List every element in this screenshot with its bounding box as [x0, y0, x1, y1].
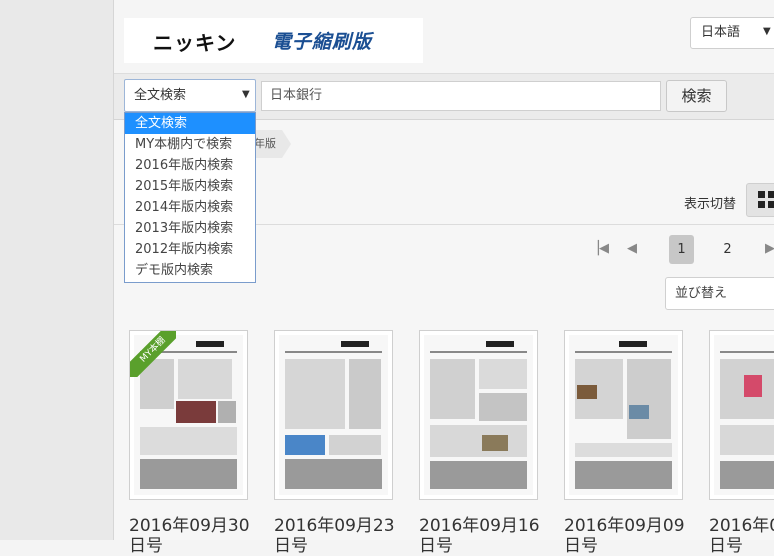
search-scope-select[interactable]: 全文検索: [124, 79, 256, 112]
dropdown-option[interactable]: 2015年版内検索: [125, 176, 255, 197]
newspaper-page-icon: [424, 335, 533, 495]
dropdown-option[interactable]: デモ版内検索: [125, 260, 255, 281]
language-select[interactable]: 日本語: [690, 17, 774, 49]
view-toggle-label: 表示切替: [684, 197, 737, 212]
chevron-down-icon: ▼: [763, 26, 771, 37]
page-1[interactable]: 1: [669, 235, 694, 264]
left-rail: [0, 0, 114, 540]
prev-page-icon[interactable]: ◀: [627, 241, 637, 256]
chevron-down-icon: ▼: [242, 89, 250, 100]
issue-date-suffix[interactable]: 日号: [709, 531, 743, 556]
dropdown-option[interactable]: 2013年版内検索: [125, 218, 255, 239]
dropdown-option[interactable]: 2012年版内検索: [125, 239, 255, 260]
issue-thumbnail[interactable]: [419, 330, 538, 500]
issue-thumbnail[interactable]: [564, 330, 683, 500]
search-button[interactable]: 検索: [666, 80, 727, 112]
dropdown-option[interactable]: MY本棚内で検索: [125, 134, 255, 155]
issue-date-suffix[interactable]: 日号: [274, 531, 308, 556]
dropdown-option[interactable]: 2016年版内検索: [125, 155, 255, 176]
my-shelf-ribbon-label: MY本棚: [130, 331, 176, 377]
logo-main-text: ニッキン: [153, 31, 237, 55]
first-page-icon[interactable]: ▕◀: [589, 241, 609, 256]
issue-date-suffix[interactable]: 日号: [419, 531, 453, 556]
logo-sub-text: 電子縮刷版: [272, 31, 373, 53]
my-shelf-ribbon: MY本棚: [130, 331, 176, 377]
search-input[interactable]: 日本銀行: [261, 81, 661, 111]
dropdown-option[interactable]: 全文検索: [125, 113, 255, 134]
dropdown-option[interactable]: 2014年版内検索: [125, 197, 255, 218]
search-scope-dropdown: 全文検索 MY本棚内で検索 2016年版内検索 2015年版内検索 2014年版…: [124, 112, 256, 283]
issue-thumbnail[interactable]: [274, 330, 393, 500]
issue-thumbnail[interactable]: [709, 330, 774, 500]
newspaper-page-icon: [714, 335, 774, 495]
breadcrumb-arrow: [282, 130, 291, 158]
issue-date-suffix[interactable]: 日号: [564, 531, 598, 556]
sort-select[interactable]: 並び替え: [665, 277, 774, 310]
issue-thumbnail[interactable]: MY本棚: [129, 330, 248, 500]
newspaper-page-icon: [279, 335, 388, 495]
newspaper-page-icon: [569, 335, 678, 495]
page-2[interactable]: 2: [715, 235, 740, 264]
grid-icon: [758, 191, 774, 209]
next-page-icon[interactable]: ▶: [765, 241, 774, 256]
issue-date-suffix[interactable]: 日号: [129, 531, 163, 556]
